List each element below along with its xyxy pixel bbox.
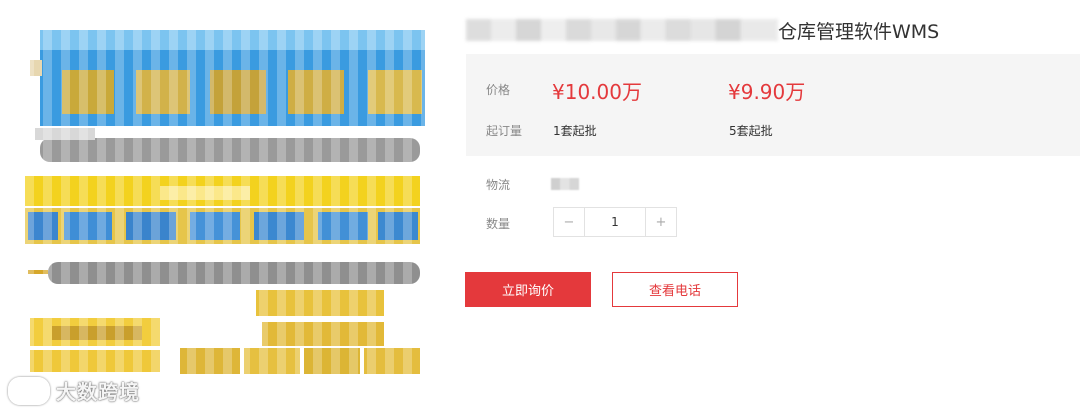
moq-label: 起订量 [486,124,523,138]
logistics-label: 物流 [486,178,511,192]
watermark-text: 大数跨境 [56,380,140,404]
quantity-decrease-button[interactable]: − [554,208,585,236]
quantity-increase-button[interactable]: + [645,208,676,236]
quantity-input[interactable] [585,208,645,236]
view-phone-button[interactable]: 查看电话 [612,272,738,307]
product-title: 仓库管理软件WMS [466,16,939,44]
watermark-logo-icon [8,376,50,405]
title-redacted-text [466,19,778,41]
inquire-now-button[interactable]: 立即询价 [465,272,591,307]
price-panel: 价格 ¥10.00万 ¥9.90万 起订量 1套起批 5套起批 [466,54,1080,156]
product-image[interactable]: 大数跨境 [0,0,440,411]
logistics-redacted-value [551,178,579,190]
price-label: 价格 [486,83,511,97]
tier1-moq: 1套起批 [553,124,597,138]
image-watermark: 大数跨境 [8,376,140,405]
mosaic-overlay [25,30,425,380]
tier1-price: ¥10.00万 [552,80,642,104]
quantity-stepper: − + [553,207,677,237]
tier2-moq: 5套起批 [729,124,773,138]
title-visible-text: 仓库管理软件WMS [778,20,940,43]
tier2-price: ¥9.90万 [728,80,806,104]
quantity-label: 数量 [486,217,511,231]
